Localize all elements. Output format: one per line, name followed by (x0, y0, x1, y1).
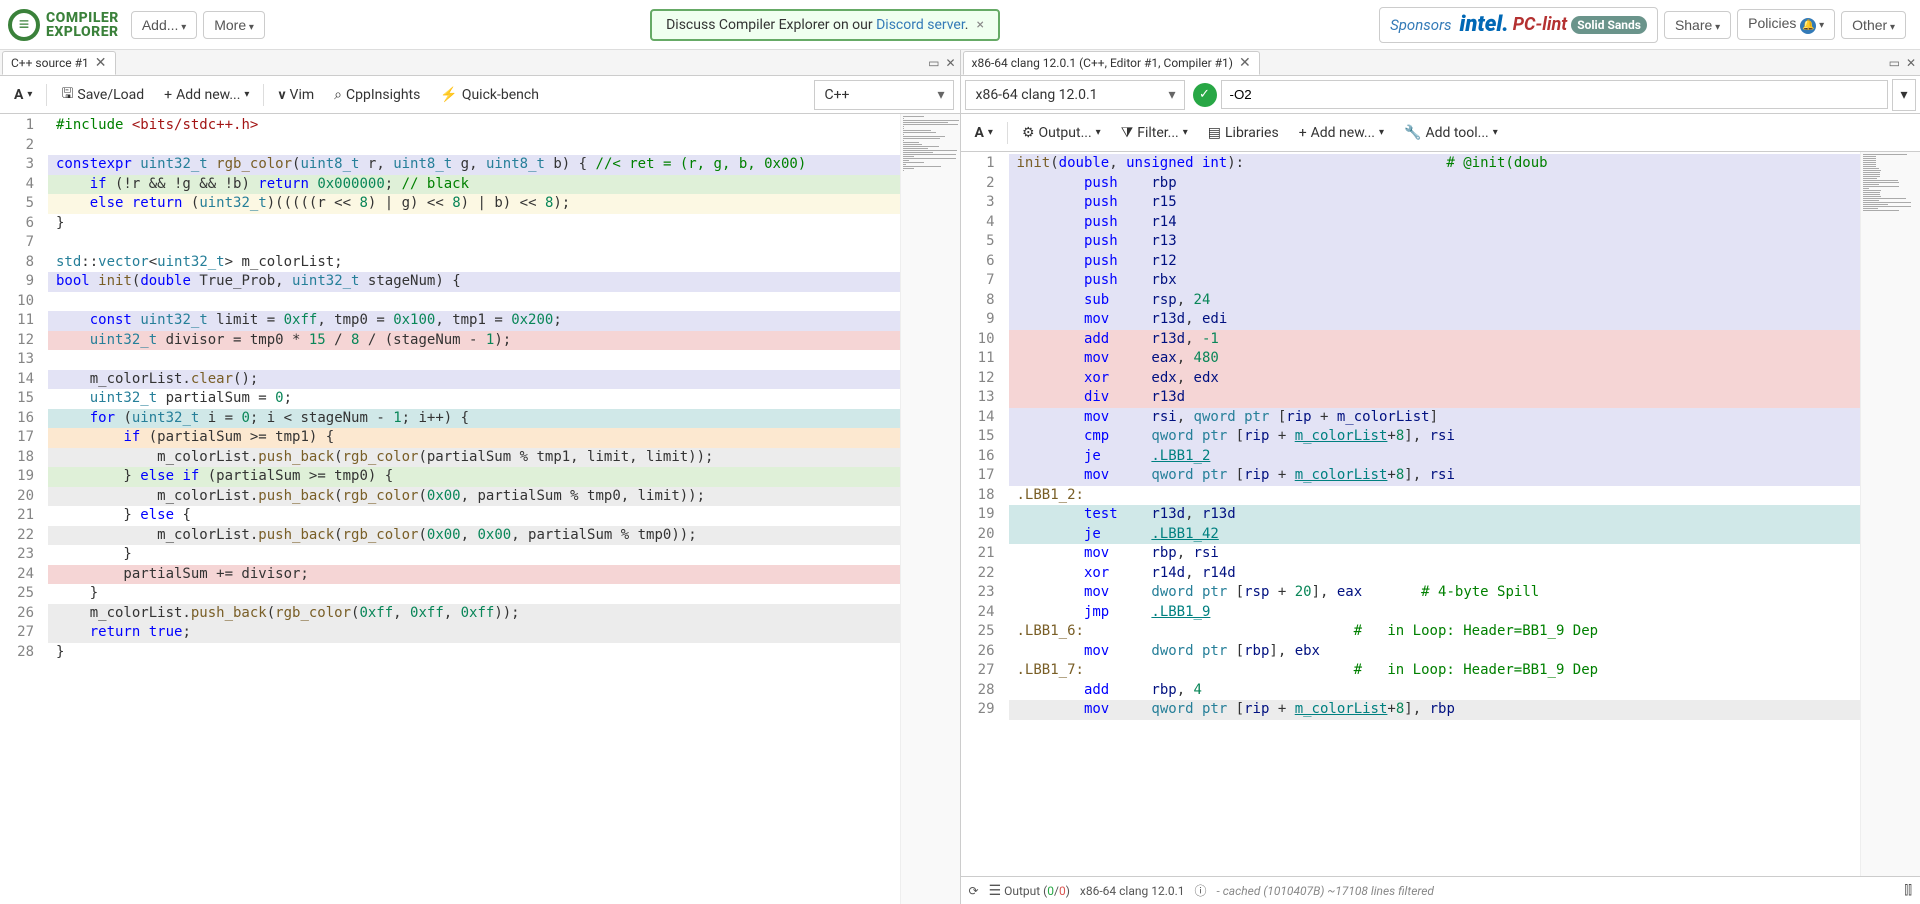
asm-editor[interactable]: 1234567891011121314151617181920212223242… (961, 152, 1920, 876)
close-icon[interactable]: ✕ (1239, 55, 1251, 71)
libraries-button[interactable]: ▤Libraries (1200, 121, 1287, 145)
refresh-icon[interactable]: ⟳ (969, 884, 979, 898)
logo-text: COMPILER EXPLORER (46, 11, 119, 39)
compiler-pane: x86-64 clang 12.0.1 (C++, Editor #1, Com… (961, 50, 1920, 904)
discord-banner: Discuss Compiler Explorer on our Discord… (650, 9, 1000, 41)
asm-gutter: 1234567891011121314151617181920212223242… (961, 152, 1009, 876)
plus-icon: + (164, 87, 172, 103)
status-ok-icon: ✓ (1193, 83, 1217, 107)
saveload-button[interactable]: 🖫Save/Load (53, 79, 152, 111)
sponsors-box[interactable]: Sponsors intel. PC-lint Solid Sands (1379, 7, 1658, 43)
compiler-status-bar: ⟳ ☰ Output (0/0) x86-64 clang 12.0.1 ⓘ -… (961, 876, 1920, 904)
funnel-icon: ⧩ (1121, 125, 1134, 141)
output-toggle[interactable]: ☰ Output (0/0) (989, 883, 1070, 899)
sponsor-intel: intel. (1460, 12, 1509, 37)
compiler-tab-label: x86-64 clang 12.0.1 (C++, Editor #1, Com… (972, 56, 1233, 70)
source-toolbar: A 🖫Save/Load +Add new... v Vim ⌕CppInsig… (0, 76, 960, 114)
maximize-icon[interactable]: ▭ (928, 56, 939, 70)
book-icon: ▤ (1208, 125, 1221, 141)
font-menu[interactable]: A (6, 83, 40, 107)
quickbench-button[interactable]: ⚡Quick-bench (432, 83, 547, 107)
discord-link[interactable]: Discord server (876, 17, 965, 33)
sponsor-pclint: PC-lint (1513, 14, 1568, 35)
compiler-tab[interactable]: x86-64 clang 12.0.1 (C++, Editor #1, Com… (963, 51, 1260, 75)
source-code[interactable]: #include <bits/stdc++.h> constexpr uint3… (48, 114, 900, 904)
source-pane: C++ source #1 ✕ ▭ ✕ A 🖫Save/Load +Add ne… (0, 50, 961, 904)
chart-icon[interactable]: ⫿⫿ (1904, 883, 1912, 898)
status-cached: - cached (1010407B) ~17108 lines filtere… (1217, 884, 1434, 898)
asm-minimap[interactable] (1860, 152, 1920, 876)
maximize-icon[interactable]: ▭ (1889, 56, 1900, 70)
wrench-icon: 🔧 (1404, 125, 1421, 141)
sponsor-solidsands: Solid Sands (1571, 16, 1647, 34)
bolt-icon: ⚡ (440, 87, 457, 103)
policies-button[interactable]: Policies🔔 (1737, 9, 1835, 40)
logo-icon: ≡ (8, 9, 40, 41)
source-gutter: 1234567891011121314151617181920212223242… (0, 114, 48, 904)
source-tabstrip: C++ source #1 ✕ ▭ ✕ (0, 50, 960, 76)
logo[interactable]: ≡ COMPILER EXPLORER (8, 9, 119, 41)
compiler-options-input[interactable] (1221, 80, 1889, 109)
discord-text: Discuss Compiler Explorer on our (666, 17, 876, 33)
asm-code[interactable]: init(double, unsigned int): # @init(doub… (1009, 152, 1861, 876)
source-editor[interactable]: 1234567891011121314151617181920212223242… (0, 114, 960, 904)
more-button[interactable]: More (203, 11, 265, 39)
list-icon: ☰ (989, 883, 1002, 899)
addnew-button[interactable]: +Add new... (1291, 121, 1392, 145)
vim-button[interactable]: v Vim (270, 83, 322, 107)
pane-close-icon[interactable]: ✕ (1906, 56, 1916, 70)
sponsors-label: Sponsors (1390, 16, 1451, 34)
filter-button[interactable]: ⧩Filter... (1113, 121, 1196, 145)
addtool-button[interactable]: 🔧Add tool... (1396, 121, 1506, 145)
main-split: C++ source #1 ✕ ▭ ✕ A 🖫Save/Load +Add ne… (0, 50, 1920, 904)
info-icon[interactable]: ⓘ (1195, 882, 1207, 899)
output-button[interactable]: ⚙Output... (1014, 121, 1109, 145)
source-minimap[interactable] (900, 114, 960, 904)
plus-icon: + (1299, 125, 1307, 141)
share-button[interactable]: Share (1664, 11, 1731, 39)
status-compiler-name: x86-64 clang 12.0.1 (1080, 884, 1185, 898)
cppinsights-button[interactable]: ⌕CppInsights (326, 83, 428, 107)
close-icon[interactable]: ✕ (95, 55, 107, 71)
pane-close-icon[interactable]: ✕ (945, 56, 955, 70)
gear-icon: ⚙ (1022, 125, 1035, 141)
addnew-button[interactable]: +Add new... (156, 83, 257, 107)
source-tab[interactable]: C++ source #1 ✕ (2, 51, 116, 75)
discord-close-icon[interactable]: × (976, 17, 983, 33)
other-button[interactable]: Other (1841, 11, 1906, 39)
language-select[interactable]: C++ (814, 80, 954, 110)
add-button[interactable]: Add... (131, 11, 197, 39)
floppy-icon: 🖫 (61, 83, 73, 107)
compiler-tabstrip: x86-64 clang 12.0.1 (C++, Editor #1, Com… (961, 50, 1920, 76)
source-tab-label: C++ source #1 (11, 56, 89, 70)
options-toggle[interactable]: ▾ (1892, 79, 1916, 111)
compiler-select[interactable]: x86-64 clang 12.0.1 (965, 80, 1185, 110)
magnify-icon: ⌕ (334, 87, 342, 103)
compiler-select-row: x86-64 clang 12.0.1 ✓ ▾ (961, 76, 1920, 114)
bell-icon: 🔔 (1800, 18, 1816, 34)
navbar: ≡ COMPILER EXPLORER Add... More Discuss … (0, 0, 1920, 50)
compiler-toolbar: A ⚙Output... ⧩Filter... ▤Libraries +Add … (961, 114, 1920, 152)
font-menu[interactable]: A (967, 121, 1001, 145)
